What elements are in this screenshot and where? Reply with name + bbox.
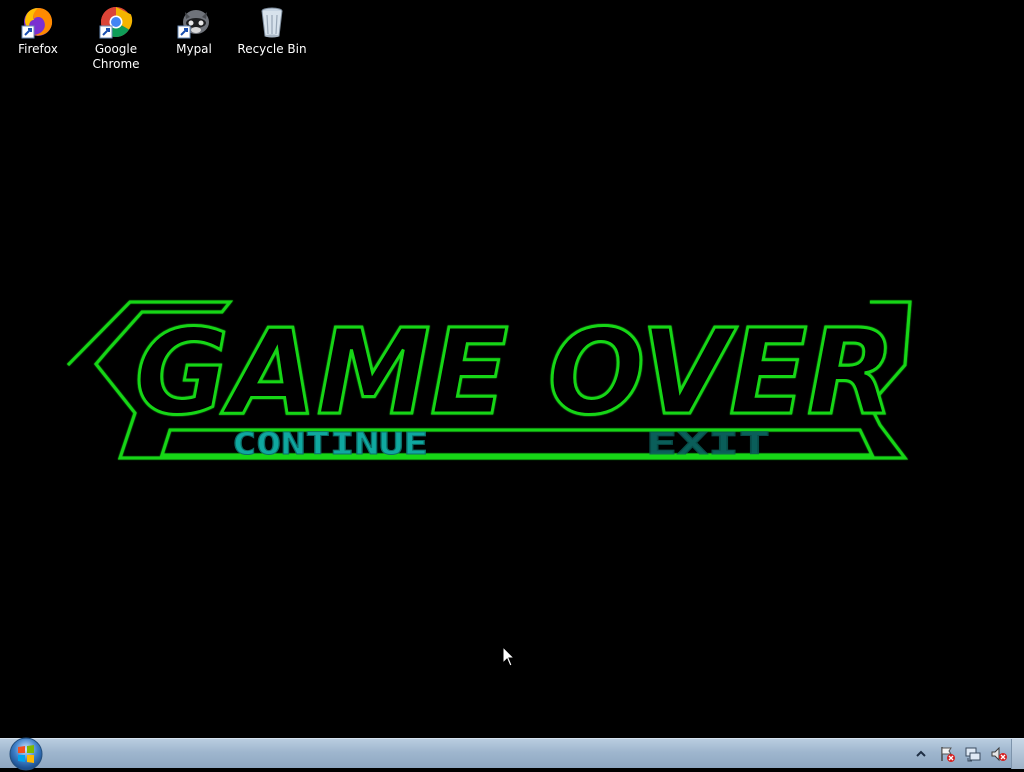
system-tray <box>912 739 1008 769</box>
windows-start-orb-icon[interactable] <box>6 736 46 772</box>
show-desktop-button[interactable] <box>1011 739 1024 769</box>
exit-option[interactable]: EXIT <box>646 427 771 463</box>
network-icon[interactable] <box>964 745 982 763</box>
continue-option[interactable]: CONTINUE <box>232 427 429 463</box>
mouse-cursor-icon <box>502 646 516 667</box>
game-over-title: GAME OVER <box>135 303 895 441</box>
volume-muted-icon[interactable] <box>990 745 1008 763</box>
action-center-flag-icon[interactable] <box>938 745 956 763</box>
desktop: Firefox Google Chrome Mypal Recycle Bin … <box>0 0 1024 738</box>
taskbar <box>0 737 1024 771</box>
game-over-screen: GAME OVER CONTINUE EXIT <box>66 300 912 463</box>
show-hidden-icons-chevron-icon[interactable] <box>912 745 930 763</box>
